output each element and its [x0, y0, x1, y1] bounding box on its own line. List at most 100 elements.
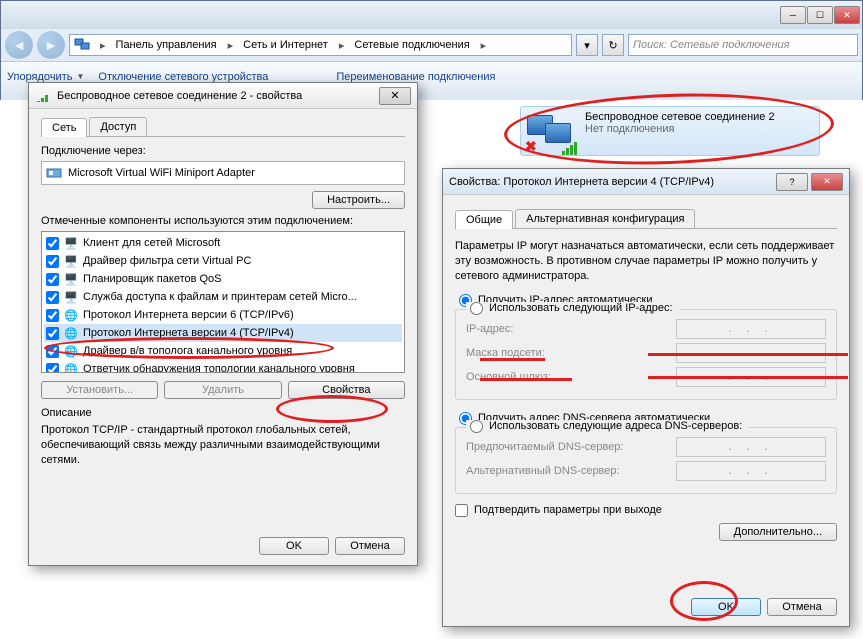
dns-manual-radio[interactable]: [470, 420, 483, 433]
breadcrumb[interactable]: ▸ Панель управления ▸ Сеть и Интернет ▸ …: [69, 34, 572, 56]
component-item[interactable]: 🌐Драйвер в/в тополога канального уровня: [44, 342, 402, 360]
description-text: Протокол TCP/IP - стандартный протокол г…: [41, 423, 405, 468]
connection-status: Нет подключения: [585, 123, 775, 135]
description-label: Описание: [41, 407, 405, 419]
confirm-on-exit-label: Подтвердить параметры при выходе: [474, 504, 662, 516]
breadcrumb-segment[interactable]: Сетевые подключения: [348, 35, 476, 55]
component-checkbox[interactable]: [46, 327, 59, 340]
component-item-ipv4[interactable]: 🌐Протокол Интернета версии 4 (TCP/IPv4): [44, 324, 402, 342]
driver-icon: 🖥️: [63, 253, 79, 269]
network-icon: [74, 36, 92, 54]
close-button[interactable]: ✕: [834, 6, 860, 24]
tab-network[interactable]: Сеть: [41, 118, 87, 137]
minimize-button[interactable]: ─: [780, 6, 806, 24]
component-checkbox[interactable]: [46, 363, 59, 374]
component-checkbox[interactable]: [46, 309, 59, 322]
component-item[interactable]: 🖥️Служба доступа к файлам и принтерам се…: [44, 288, 402, 306]
info-text: Параметры IP могут назначаться автоматич…: [455, 239, 837, 284]
dialog-close-button[interactable]: ✕: [379, 87, 411, 105]
dns-alt-label: Альтернативный DNS-сервер:: [466, 465, 620, 477]
maximize-button[interactable]: ☐: [807, 6, 833, 24]
ip-address-label: IP-адрес:: [466, 323, 513, 335]
dns-manual-label: Использовать следующие адреса DNS-сервер…: [489, 420, 742, 432]
service-icon: 🖥️: [63, 289, 79, 305]
component-list[interactable]: 🖥️Клиент для сетей Microsoft 🖥️Драйвер ф…: [41, 231, 405, 373]
component-item[interactable]: 🌐Протокол Интернета версии 6 (TCP/IPv6): [44, 306, 402, 324]
ip-manual-radio-row[interactable]: Использовать следующий IP-адрес:: [466, 302, 679, 315]
component-checkbox[interactable]: [46, 345, 59, 358]
refresh-button[interactable]: ↻: [602, 34, 624, 56]
dialog-title: Свойства: Протокол Интернета версии 4 (T…: [449, 176, 775, 188]
install-button[interactable]: Установить...: [41, 381, 158, 399]
cancel-button[interactable]: Отмена: [767, 598, 837, 616]
configure-button[interactable]: Настроить...: [312, 191, 405, 209]
component-item[interactable]: 🖥️Клиент для сетей Microsoft: [44, 234, 402, 252]
subnet-mask-label: Маска подсети:: [466, 347, 545, 359]
help-button[interactable]: ?: [776, 173, 808, 191]
disable-device-button[interactable]: Отключение сетевого устройства: [98, 71, 268, 83]
adapter-display: Microsoft Virtual WiFi Miniport Adapter: [41, 161, 405, 185]
dialog-titlebar: Беспроводное сетевое соединение 2 - свой…: [29, 83, 417, 109]
search-input[interactable]: Поиск: Сетевые подключения: [628, 34, 858, 56]
gateway-input[interactable]: . . .: [676, 367, 826, 387]
nav-row: ◄ ► ▸ Панель управления ▸ Сеть и Интерне…: [1, 29, 862, 61]
connection-item-selected[interactable]: ✖ Беспроводное сетевое соединение 2 Нет …: [520, 106, 820, 156]
breadcrumb-segment[interactable]: Сеть и Интернет: [237, 35, 335, 55]
component-checkbox[interactable]: [46, 273, 59, 286]
ip-manual-label: Использовать следующий IP-адрес:: [489, 302, 673, 314]
ok-button[interactable]: OK: [691, 598, 761, 616]
tab-access[interactable]: Доступ: [89, 117, 147, 136]
component-checkbox[interactable]: [46, 255, 59, 268]
subnet-mask-input[interactable]: . . .: [676, 343, 826, 363]
dns-alt-input[interactable]: . . .: [676, 461, 826, 481]
service-icon: 🖥️: [63, 271, 79, 287]
component-item[interactable]: 🖥️Планировщик пакетов QoS: [44, 270, 402, 288]
breadcrumb-segment[interactable]: Панель управления: [110, 35, 224, 55]
dialog-title: Беспроводное сетевое соединение 2 - свой…: [57, 90, 379, 102]
protocol-icon: 🌐: [63, 325, 79, 341]
dropdown-history[interactable]: ▾: [576, 34, 598, 56]
tab-general[interactable]: Общие: [455, 210, 513, 229]
dns-preferred-input[interactable]: . . .: [676, 437, 826, 457]
rename-connection-button[interactable]: Переименование подключения: [336, 71, 495, 83]
connection-icon: ✖: [527, 111, 575, 151]
dns-preferred-label: Предпочитаемый DNS-сервер:: [466, 441, 623, 453]
search-placeholder-text: Поиск: Сетевые подключения: [633, 39, 790, 51]
tab-strip: Общие Альтернативная конфигурация: [455, 209, 837, 229]
organize-menu[interactable]: Упорядочить▼: [7, 71, 84, 83]
protocol-icon: 🌐: [63, 343, 79, 359]
component-item[interactable]: 🖥️Драйвер фильтра сети Virtual PC: [44, 252, 402, 270]
nav-back-button[interactable]: ◄: [5, 31, 33, 59]
cancel-button[interactable]: Отмена: [335, 537, 405, 555]
advanced-button[interactable]: Дополнительно...: [719, 523, 837, 541]
dialog-close-button[interactable]: ✕: [811, 173, 843, 191]
ip-address-input[interactable]: . . .: [676, 319, 826, 339]
dns-manual-fieldset: Использовать следующие адреса DNS-сервер…: [455, 427, 837, 494]
tcpip-properties-dialog: Свойства: Протокол Интернета версии 4 (T…: [442, 168, 850, 627]
ip-manual-radio[interactable]: [470, 302, 483, 315]
component-checkbox[interactable]: [46, 237, 59, 250]
component-item[interactable]: 🌐Ответчик обнаружения топологии канально…: [44, 360, 402, 373]
adapter-name: Microsoft Virtual WiFi Miniport Adapter: [68, 167, 255, 179]
connect-using-label: Подключение через:: [41, 145, 405, 157]
dns-manual-radio-row[interactable]: Использовать следующие адреса DNS-сервер…: [466, 420, 748, 433]
connection-name: Беспроводное сетевое соединение 2: [585, 111, 775, 123]
tab-alt-config[interactable]: Альтернативная конфигурация: [515, 209, 695, 228]
properties-button[interactable]: Свойства: [288, 381, 405, 399]
client-icon: 🖥️: [63, 235, 79, 251]
components-label: Отмеченные компоненты используются этим …: [41, 215, 405, 227]
component-checkbox[interactable]: [46, 291, 59, 304]
protocol-icon: 🌐: [63, 307, 79, 323]
confirm-on-exit-row[interactable]: Подтвердить параметры при выходе: [455, 504, 837, 517]
adapter-icon: [46, 165, 62, 181]
gateway-label: Основной шлюз:: [466, 371, 551, 383]
explorer-titlebar: ─ ☐ ✕: [1, 1, 862, 29]
signal-bars-icon: [562, 142, 577, 155]
error-x-icon: ✖: [525, 138, 537, 155]
confirm-on-exit-checkbox[interactable]: [455, 504, 468, 517]
protocol-icon: 🌐: [63, 361, 79, 373]
nav-forward-button[interactable]: ►: [37, 31, 65, 59]
remove-button[interactable]: Удалить: [164, 381, 281, 399]
connection-properties-dialog: Беспроводное сетевое соединение 2 - свой…: [28, 82, 418, 566]
ok-button[interactable]: OK: [259, 537, 329, 555]
